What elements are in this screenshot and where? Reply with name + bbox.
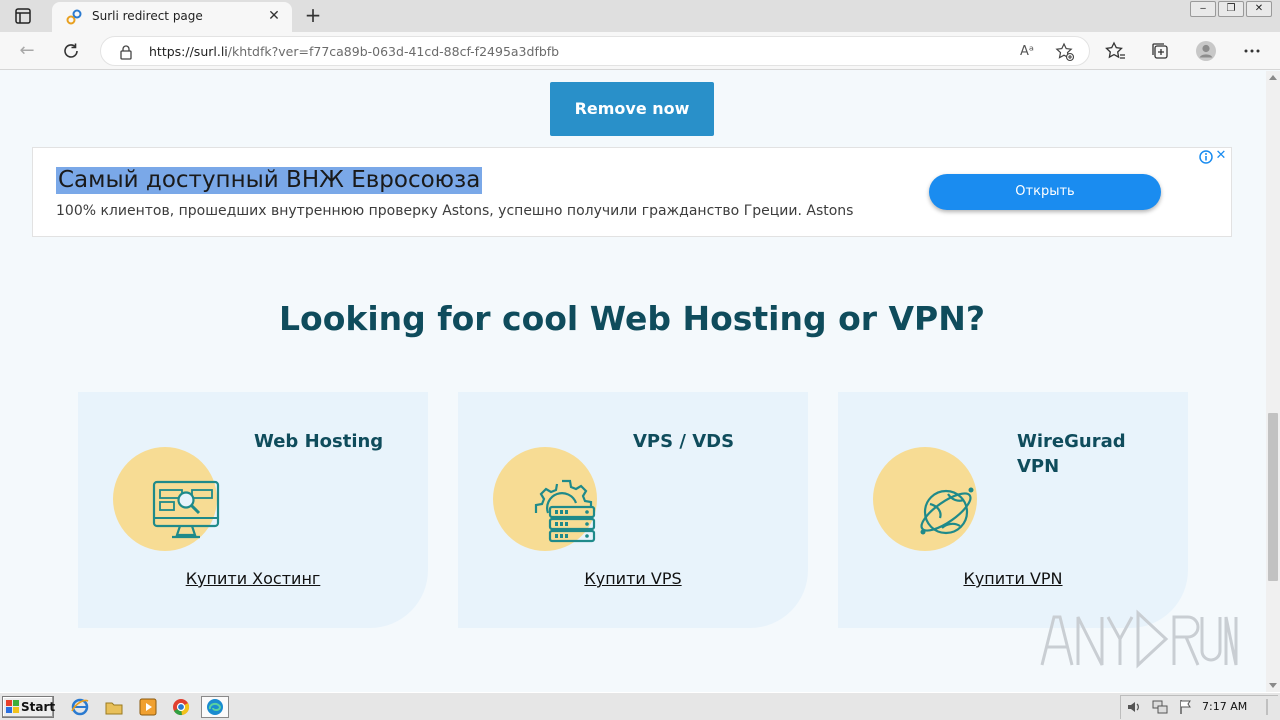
profile-avatar-icon[interactable] — [1195, 40, 1217, 62]
media-player-icon[interactable] — [138, 697, 158, 717]
card-vps: VPS / VDS Купити VPS — [458, 392, 808, 628]
tab-close-icon[interactable]: ✕ — [266, 8, 282, 24]
edge-taskbar-button[interactable] — [201, 696, 229, 718]
ad-open-button[interactable]: Открыть — [929, 174, 1161, 210]
server-gear-icon — [534, 479, 596, 543]
tab-actions-icon[interactable] — [14, 7, 32, 25]
network-icon[interactable] — [1152, 699, 1168, 715]
refresh-icon[interactable] — [60, 40, 82, 62]
maximize-button[interactable]: ❐ — [1218, 1, 1244, 17]
card-web-hosting: Web Hosting Купити Хостинг — [78, 392, 428, 628]
collections-icon[interactable] — [1149, 40, 1171, 62]
taskbar-clock[interactable]: 7:17 AM — [1202, 700, 1247, 713]
buy-vps-link[interactable]: Купити VPS — [458, 569, 808, 588]
url-host: https://surl.li — [149, 44, 228, 59]
browser-toolbar: ← https://surl.li/khtdfk?ver=f77ca89b-06… — [0, 32, 1280, 70]
url-path: /khtdfk?ver=f77ca89b-063d-41cd-88cf-f249… — [227, 44, 560, 59]
browser-tab[interactable]: Surli redirect page ✕ — [52, 2, 292, 32]
favorites-icon[interactable] — [1104, 40, 1126, 62]
ad-headline[interactable]: Самый доступный ВНЖ Евросоюза — [56, 167, 483, 194]
url-text[interactable]: https://surl.li/khtdfk?ver=f77ca89b-063d… — [149, 44, 559, 59]
address-bar[interactable]: https://surl.li/khtdfk?ver=f77ca89b-063d… — [100, 36, 1090, 66]
anyrun-watermark-logo — [1040, 609, 1238, 669]
read-aloud-icon[interactable]: Aᵃ — [1017, 42, 1037, 62]
windows-taskbar: Start 7:17 AM — [0, 692, 1280, 720]
start-button[interactable]: Start — [2, 696, 56, 718]
scroll-up-arrow-icon[interactable] — [1269, 75, 1277, 80]
close-window-button[interactable]: ✕ — [1246, 1, 1272, 17]
page-content: Remove now Самый доступный ВНЖ Евросоюза… — [0, 71, 1266, 692]
scroll-thumb[interactable] — [1268, 413, 1278, 581]
section-title: Looking for cool Web Hosting or VPN? — [279, 299, 985, 338]
card-vpn: WireGurad VPN Купити VPN — [838, 392, 1188, 628]
ad-banner[interactable]: Самый доступный ВНЖ Евросоюза 100% клиен… — [32, 147, 1232, 237]
start-label: Start — [21, 700, 56, 714]
volume-icon[interactable] — [1126, 699, 1142, 715]
internet-explorer-icon[interactable] — [70, 697, 90, 717]
file-explorer-icon[interactable] — [104, 697, 124, 717]
monitor-search-icon — [152, 480, 220, 539]
ad-info-icon[interactable] — [1199, 150, 1213, 164]
card-title-line1: WireGurad — [1017, 431, 1126, 452]
add-favorite-icon[interactable] — [1055, 42, 1075, 62]
minimize-button[interactable]: ‒ — [1190, 1, 1216, 17]
card-title: Web Hosting — [254, 431, 384, 452]
card-title-line2: VPN — [1017, 456, 1060, 477]
tab-title: Surli redirect page — [92, 9, 203, 23]
windows-logo-icon — [6, 700, 19, 713]
lock-icon[interactable] — [119, 44, 133, 60]
chrome-icon[interactable] — [171, 697, 191, 717]
page-scrollbar[interactable] — [1266, 71, 1280, 692]
buy-vpn-link[interactable]: Купити VPN — [838, 569, 1188, 588]
system-tray — [1120, 695, 1278, 719]
window-controls: ‒ ❐ ✕ — [1188, 1, 1272, 17]
globe-vpn-icon — [920, 487, 974, 535]
card-title: VPS / VDS — [633, 431, 735, 452]
ad-description[interactable]: 100% клиентов, прошедших внутреннюю пров… — [56, 203, 853, 219]
buy-hosting-link[interactable]: Купити Хостинг — [78, 569, 428, 588]
ad-close-icon[interactable]: ✕ — [1214, 148, 1228, 164]
browser-titlebar: Surli redirect page ✕ + ‒ ❐ ✕ — [0, 0, 1280, 32]
scroll-down-arrow-icon[interactable] — [1269, 683, 1277, 688]
new-tab-button[interactable]: + — [302, 4, 324, 26]
back-arrow-icon[interactable]: ← — [16, 40, 38, 62]
link-favicon-icon — [66, 9, 82, 25]
remove-now-button[interactable]: Remove now — [550, 82, 714, 136]
action-center-flag-icon[interactable] — [1178, 699, 1194, 715]
more-menu-icon[interactable] — [1241, 40, 1263, 62]
show-desktop-button[interactable] — [1266, 697, 1278, 717]
edge-icon — [207, 699, 223, 715]
